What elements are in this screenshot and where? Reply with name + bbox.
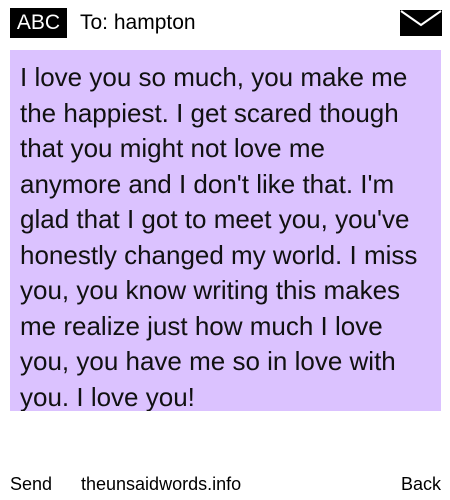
message-header: ABC To: hampton	[0, 0, 450, 44]
softkey-bar: Send theunsaidwords.info Back	[0, 470, 450, 500]
envelope-icon	[400, 10, 442, 36]
message-body[interactable]: I love you so much, you make me the happ…	[10, 50, 441, 411]
site-label: theunsaidwords.info	[81, 474, 242, 494]
send-button[interactable]: Send	[10, 470, 52, 498]
back-button[interactable]: Back	[401, 470, 441, 498]
input-mode-badge: ABC	[10, 8, 67, 38]
recipient-label: To: hampton	[80, 11, 196, 34]
